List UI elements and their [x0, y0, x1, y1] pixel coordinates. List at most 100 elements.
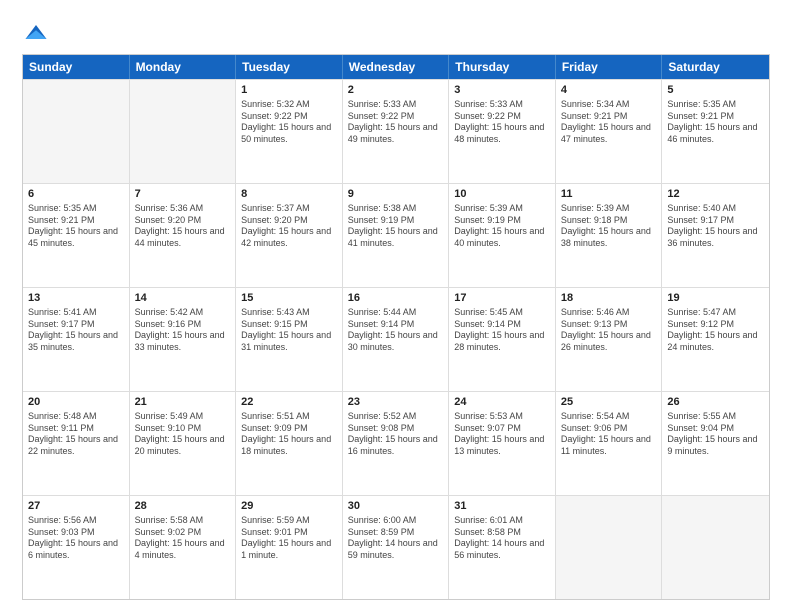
day-cell-19: 19Sunrise: 5:47 AM Sunset: 9:12 PM Dayli… [662, 288, 769, 391]
day-info: Sunrise: 5:45 AM Sunset: 9:14 PM Dayligh… [454, 307, 550, 354]
header-day-saturday: Saturday [662, 55, 769, 79]
calendar-header: SundayMondayTuesdayWednesdayThursdayFrid… [23, 55, 769, 79]
day-cell-5: 5Sunrise: 5:35 AM Sunset: 9:21 PM Daylig… [662, 80, 769, 183]
calendar-row-2: 13Sunrise: 5:41 AM Sunset: 9:17 PM Dayli… [23, 287, 769, 391]
empty-cell [23, 80, 130, 183]
logo-icon [22, 18, 50, 46]
day-number: 10 [454, 187, 550, 202]
day-number: 6 [28, 187, 124, 202]
day-number: 16 [348, 291, 444, 306]
day-cell-4: 4Sunrise: 5:34 AM Sunset: 9:21 PM Daylig… [556, 80, 663, 183]
day-number: 27 [28, 499, 124, 514]
header-day-tuesday: Tuesday [236, 55, 343, 79]
day-info: Sunrise: 5:42 AM Sunset: 9:16 PM Dayligh… [135, 307, 231, 354]
day-number: 23 [348, 395, 444, 410]
day-cell-20: 20Sunrise: 5:48 AM Sunset: 9:11 PM Dayli… [23, 392, 130, 495]
day-cell-13: 13Sunrise: 5:41 AM Sunset: 9:17 PM Dayli… [23, 288, 130, 391]
day-cell-28: 28Sunrise: 5:58 AM Sunset: 9:02 PM Dayli… [130, 496, 237, 599]
day-number: 5 [667, 83, 764, 98]
day-cell-27: 27Sunrise: 5:56 AM Sunset: 9:03 PM Dayli… [23, 496, 130, 599]
day-cell-24: 24Sunrise: 5:53 AM Sunset: 9:07 PM Dayli… [449, 392, 556, 495]
day-cell-14: 14Sunrise: 5:42 AM Sunset: 9:16 PM Dayli… [130, 288, 237, 391]
day-number: 11 [561, 187, 657, 202]
day-cell-7: 7Sunrise: 5:36 AM Sunset: 9:20 PM Daylig… [130, 184, 237, 287]
day-cell-21: 21Sunrise: 5:49 AM Sunset: 9:10 PM Dayli… [130, 392, 237, 495]
day-number: 30 [348, 499, 444, 514]
day-info: Sunrise: 5:55 AM Sunset: 9:04 PM Dayligh… [667, 411, 764, 458]
day-info: Sunrise: 5:51 AM Sunset: 9:09 PM Dayligh… [241, 411, 337, 458]
day-info: Sunrise: 5:44 AM Sunset: 9:14 PM Dayligh… [348, 307, 444, 354]
day-cell-16: 16Sunrise: 5:44 AM Sunset: 9:14 PM Dayli… [343, 288, 450, 391]
day-info: Sunrise: 5:39 AM Sunset: 9:18 PM Dayligh… [561, 203, 657, 250]
day-number: 21 [135, 395, 231, 410]
day-info: Sunrise: 5:41 AM Sunset: 9:17 PM Dayligh… [28, 307, 124, 354]
day-number: 2 [348, 83, 444, 98]
day-number: 20 [28, 395, 124, 410]
calendar-row-4: 27Sunrise: 5:56 AM Sunset: 9:03 PM Dayli… [23, 495, 769, 599]
day-info: Sunrise: 5:39 AM Sunset: 9:19 PM Dayligh… [454, 203, 550, 250]
day-info: Sunrise: 5:43 AM Sunset: 9:15 PM Dayligh… [241, 307, 337, 354]
logo [22, 18, 54, 46]
day-info: Sunrise: 5:40 AM Sunset: 9:17 PM Dayligh… [667, 203, 764, 250]
day-cell-25: 25Sunrise: 5:54 AM Sunset: 9:06 PM Dayli… [556, 392, 663, 495]
day-number: 3 [454, 83, 550, 98]
header-day-thursday: Thursday [449, 55, 556, 79]
day-number: 13 [28, 291, 124, 306]
day-info: Sunrise: 5:47 AM Sunset: 9:12 PM Dayligh… [667, 307, 764, 354]
header-day-sunday: Sunday [23, 55, 130, 79]
empty-cell [662, 496, 769, 599]
day-number: 7 [135, 187, 231, 202]
day-info: Sunrise: 5:36 AM Sunset: 9:20 PM Dayligh… [135, 203, 231, 250]
day-info: Sunrise: 5:33 AM Sunset: 9:22 PM Dayligh… [454, 99, 550, 146]
day-cell-11: 11Sunrise: 5:39 AM Sunset: 9:18 PM Dayli… [556, 184, 663, 287]
day-cell-12: 12Sunrise: 5:40 AM Sunset: 9:17 PM Dayli… [662, 184, 769, 287]
calendar-row-3: 20Sunrise: 5:48 AM Sunset: 9:11 PM Dayli… [23, 391, 769, 495]
day-info: Sunrise: 5:53 AM Sunset: 9:07 PM Dayligh… [454, 411, 550, 458]
day-number: 1 [241, 83, 337, 98]
day-number: 28 [135, 499, 231, 514]
day-cell-10: 10Sunrise: 5:39 AM Sunset: 9:19 PM Dayli… [449, 184, 556, 287]
day-info: Sunrise: 5:49 AM Sunset: 9:10 PM Dayligh… [135, 411, 231, 458]
day-info: Sunrise: 6:00 AM Sunset: 8:59 PM Dayligh… [348, 515, 444, 562]
day-info: Sunrise: 5:58 AM Sunset: 9:02 PM Dayligh… [135, 515, 231, 562]
header-day-wednesday: Wednesday [343, 55, 450, 79]
day-cell-6: 6Sunrise: 5:35 AM Sunset: 9:21 PM Daylig… [23, 184, 130, 287]
day-info: Sunrise: 5:56 AM Sunset: 9:03 PM Dayligh… [28, 515, 124, 562]
day-number: 22 [241, 395, 337, 410]
day-cell-15: 15Sunrise: 5:43 AM Sunset: 9:15 PM Dayli… [236, 288, 343, 391]
empty-cell [556, 496, 663, 599]
day-number: 31 [454, 499, 550, 514]
day-number: 26 [667, 395, 764, 410]
calendar-row-1: 6Sunrise: 5:35 AM Sunset: 9:21 PM Daylig… [23, 183, 769, 287]
day-number: 29 [241, 499, 337, 514]
day-number: 17 [454, 291, 550, 306]
day-info: Sunrise: 5:37 AM Sunset: 9:20 PM Dayligh… [241, 203, 337, 250]
day-info: Sunrise: 5:48 AM Sunset: 9:11 PM Dayligh… [28, 411, 124, 458]
day-cell-22: 22Sunrise: 5:51 AM Sunset: 9:09 PM Dayli… [236, 392, 343, 495]
day-cell-8: 8Sunrise: 5:37 AM Sunset: 9:20 PM Daylig… [236, 184, 343, 287]
calendar: SundayMondayTuesdayWednesdayThursdayFrid… [22, 54, 770, 600]
header-day-friday: Friday [556, 55, 663, 79]
day-info: Sunrise: 5:35 AM Sunset: 9:21 PM Dayligh… [667, 99, 764, 146]
day-number: 8 [241, 187, 337, 202]
day-info: Sunrise: 6:01 AM Sunset: 8:58 PM Dayligh… [454, 515, 550, 562]
day-number: 18 [561, 291, 657, 306]
day-number: 9 [348, 187, 444, 202]
empty-cell [130, 80, 237, 183]
calendar-body: 1Sunrise: 5:32 AM Sunset: 9:22 PM Daylig… [23, 79, 769, 599]
day-number: 14 [135, 291, 231, 306]
day-number: 4 [561, 83, 657, 98]
day-cell-26: 26Sunrise: 5:55 AM Sunset: 9:04 PM Dayli… [662, 392, 769, 495]
day-cell-18: 18Sunrise: 5:46 AM Sunset: 9:13 PM Dayli… [556, 288, 663, 391]
day-cell-9: 9Sunrise: 5:38 AM Sunset: 9:19 PM Daylig… [343, 184, 450, 287]
header-day-monday: Monday [130, 55, 237, 79]
day-cell-23: 23Sunrise: 5:52 AM Sunset: 9:08 PM Dayli… [343, 392, 450, 495]
day-cell-3: 3Sunrise: 5:33 AM Sunset: 9:22 PM Daylig… [449, 80, 556, 183]
day-cell-30: 30Sunrise: 6:00 AM Sunset: 8:59 PM Dayli… [343, 496, 450, 599]
day-cell-2: 2Sunrise: 5:33 AM Sunset: 9:22 PM Daylig… [343, 80, 450, 183]
day-cell-1: 1Sunrise: 5:32 AM Sunset: 9:22 PM Daylig… [236, 80, 343, 183]
day-info: Sunrise: 5:32 AM Sunset: 9:22 PM Dayligh… [241, 99, 337, 146]
day-info: Sunrise: 5:34 AM Sunset: 9:21 PM Dayligh… [561, 99, 657, 146]
header [22, 18, 770, 46]
day-info: Sunrise: 5:46 AM Sunset: 9:13 PM Dayligh… [561, 307, 657, 354]
